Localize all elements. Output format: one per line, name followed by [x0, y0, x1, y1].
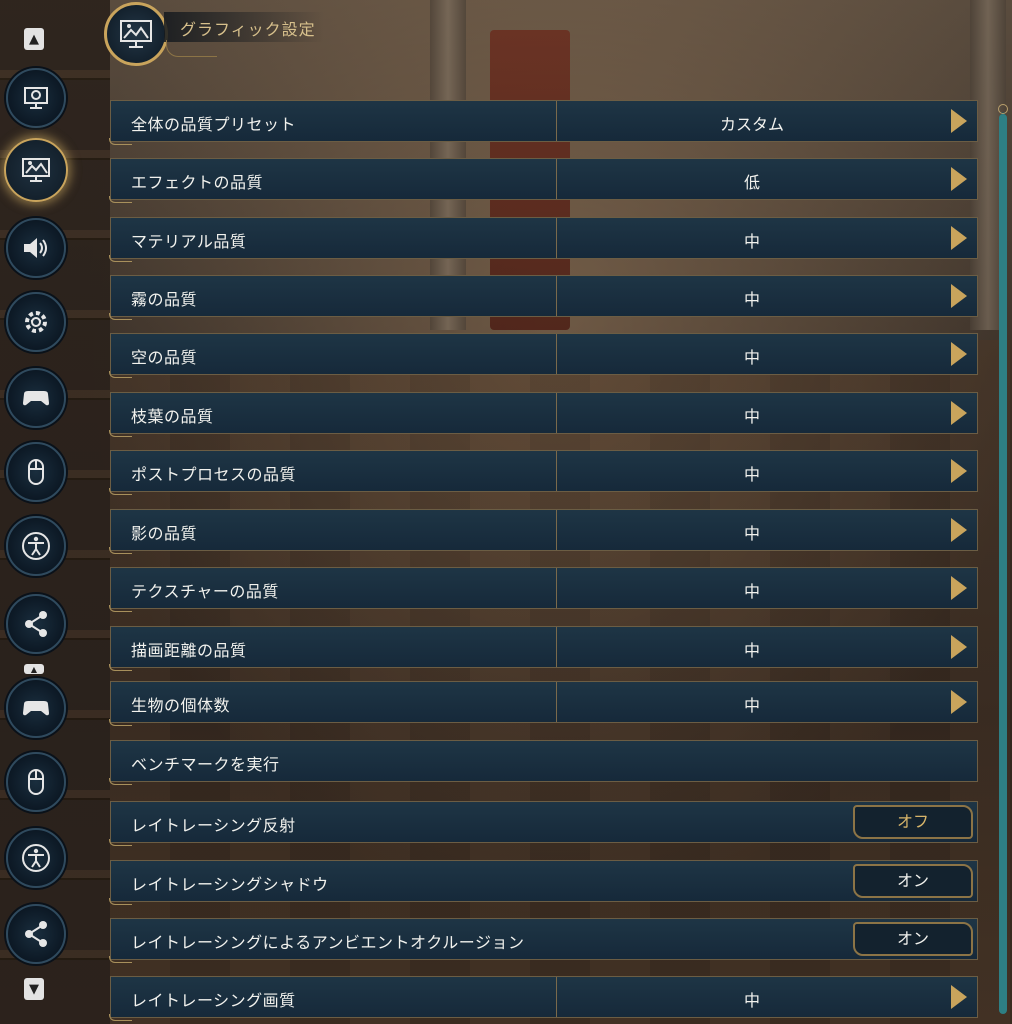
- setting-label: 影の品質: [131, 524, 198, 543]
- setting-row[interactable]: エフェクトの品質 低: [109, 158, 978, 203]
- setting-value[interactable]: 中: [557, 344, 947, 368]
- setting-value[interactable]: 中: [557, 692, 947, 716]
- sidebar-nav-button[interactable]: [6, 752, 66, 812]
- setting-label: 生物の個体数: [131, 696, 231, 715]
- sidebar-nav-button[interactable]: [6, 292, 66, 352]
- setting-value[interactable]: カスタム: [557, 111, 947, 135]
- next-option-arrow-icon[interactable]: [951, 690, 967, 714]
- setting-row[interactable]: マテリアル品質 中: [109, 217, 978, 262]
- next-option-arrow-icon[interactable]: [951, 459, 967, 483]
- setting-label: 空の品質: [131, 348, 198, 367]
- next-option-arrow-icon[interactable]: [951, 401, 967, 425]
- setting-label: 全体の品質プリセット: [131, 115, 297, 134]
- setting-row[interactable]: 枝葉の品質 中: [109, 392, 978, 437]
- gameplay-gear-icon: [25, 311, 47, 333]
- scroll-thumb[interactable]: [999, 114, 1007, 1014]
- setting-label: 霧の品質: [131, 290, 198, 309]
- setting-value[interactable]: 中: [557, 520, 947, 544]
- setting-label: テクスチャーの品質: [131, 582, 279, 601]
- setting-toggle[interactable]: オン: [853, 864, 973, 898]
- next-option-arrow-icon[interactable]: [951, 226, 967, 250]
- next-option-arrow-icon[interactable]: [951, 342, 967, 366]
- mouse-icon: [28, 769, 44, 795]
- setting-value[interactable]: 中: [557, 637, 947, 661]
- setting-value[interactable]: 中: [557, 461, 947, 485]
- next-option-arrow-icon[interactable]: [951, 284, 967, 308]
- sidebar-scroll-marker: ▲: [24, 664, 44, 674]
- setting-label: レイトレーシングシャドウ: [131, 875, 329, 894]
- sidebar-nav-button[interactable]: [6, 218, 66, 278]
- setting-row[interactable]: レイトレーシング反射 オフ: [109, 801, 978, 846]
- settings-scrollbar[interactable]: [998, 104, 1008, 1020]
- setting-label: 描画距離の品質: [131, 641, 247, 660]
- setting-label: レイトレーシング画質: [131, 991, 296, 1010]
- sidebar-nav-button[interactable]: [4, 138, 68, 202]
- setting-row[interactable]: レイトレーシング画質 中: [109, 976, 978, 1021]
- setting-row[interactable]: ポストプロセスの品質 中: [109, 450, 978, 495]
- audio-speaker-icon: [24, 238, 47, 258]
- social-share-icon: [25, 921, 47, 947]
- setting-toggle[interactable]: オン: [853, 922, 973, 956]
- next-option-arrow-icon[interactable]: [951, 518, 967, 542]
- setting-label: レイトレーシングによるアンビエントオクルージョン: [131, 933, 525, 952]
- controller-icon: [23, 391, 49, 406]
- next-option-arrow-icon[interactable]: [951, 576, 967, 600]
- next-option-arrow-icon[interactable]: [951, 985, 967, 1009]
- display-settings-icon: [24, 87, 48, 109]
- setting-value[interactable]: 低: [557, 169, 947, 193]
- setting-row[interactable]: レイトレーシングによるアンビエントオクルージョン オン: [109, 918, 978, 963]
- setting-label: 枝葉の品質: [131, 407, 214, 426]
- setting-value[interactable]: 中: [557, 228, 947, 252]
- setting-toggle[interactable]: オフ: [853, 805, 973, 839]
- sidebar-nav-button[interactable]: [6, 368, 66, 428]
- accessibility-icon: [22, 532, 50, 560]
- setting-label: ベンチマークを実行: [131, 755, 280, 774]
- setting-value[interactable]: 中: [557, 578, 947, 602]
- setting-row[interactable]: 生物の個体数 中: [109, 681, 978, 726]
- sidebar-nav-button[interactable]: [6, 828, 66, 888]
- setting-label: エフェクトの品質: [131, 173, 264, 192]
- setting-row[interactable]: 空の品質 中: [109, 333, 978, 378]
- sidebar-nav-button[interactable]: [6, 442, 66, 502]
- setting-row[interactable]: 霧の品質 中: [109, 275, 978, 320]
- sidebar-nav-button[interactable]: [6, 516, 66, 576]
- graphics-monitor-icon: [22, 158, 50, 182]
- setting-value[interactable]: 中: [557, 403, 947, 427]
- setting-value[interactable]: 中: [557, 286, 947, 310]
- setting-label: ポストプロセスの品質: [131, 465, 297, 484]
- sidebar-nav-button[interactable]: [6, 68, 66, 128]
- setting-row[interactable]: レイトレーシングシャドウ オン: [109, 860, 978, 905]
- header-graphics-icon: [104, 2, 168, 66]
- accessibility-icon: [22, 844, 50, 872]
- scroll-cap: [998, 104, 1008, 114]
- sidebar-nav-button[interactable]: [6, 594, 66, 654]
- setting-label: マテリアル品質: [131, 232, 247, 251]
- graphics-monitor-icon: [120, 20, 152, 48]
- setting-row[interactable]: 描画距離の品質 中: [109, 626, 978, 671]
- next-option-arrow-icon[interactable]: [951, 109, 967, 133]
- header-ornament: [166, 40, 217, 57]
- controller-icon: [23, 701, 49, 716]
- sidebar-scroll-up-button[interactable]: ▲: [24, 28, 44, 50]
- setting-row[interactable]: 影の品質 中: [109, 509, 978, 554]
- page-title: グラフィック設定: [180, 20, 316, 39]
- mouse-icon: [28, 459, 44, 485]
- sidebar-scroll-down-button[interactable]: ▼: [24, 978, 44, 1000]
- setting-value[interactable]: 中: [557, 987, 947, 1011]
- sidebar-nav-button[interactable]: [6, 904, 66, 964]
- social-share-icon: [25, 611, 47, 637]
- next-option-arrow-icon[interactable]: [951, 167, 967, 191]
- settings-category-sidebar: ▲ ▲ ▼: [0, 0, 70, 1024]
- setting-label: レイトレーシング反射: [131, 816, 296, 835]
- setting-row[interactable]: テクスチャーの品質 中: [109, 567, 978, 612]
- sidebar-nav-button[interactable]: [6, 678, 66, 738]
- setting-row[interactable]: ベンチマークを実行: [109, 740, 978, 785]
- next-option-arrow-icon[interactable]: [951, 635, 967, 659]
- setting-row[interactable]: 全体の品質プリセット カスタム: [109, 100, 978, 145]
